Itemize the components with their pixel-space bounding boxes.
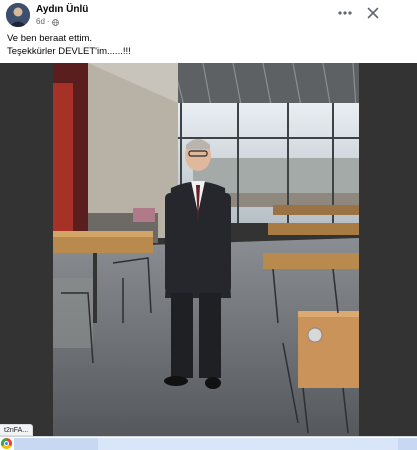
more-options-icon[interactable] (335, 5, 355, 21)
globe-icon (51, 18, 59, 26)
post-text-line: Teşekkürler DEVLET'im......!!! (7, 45, 131, 57)
status-url: t2nFA... (0, 424, 34, 436)
post-meta: 6d · (36, 17, 59, 27)
post-photo[interactable] (53, 63, 359, 436)
post-text-line: Ve ben beraat ettim. (7, 33, 93, 44)
close-icon[interactable] (365, 5, 381, 21)
avatar[interactable] (6, 3, 30, 27)
facebook-post: Aydın Ünlü 6d · Ve ben beraat ettim. Teş… (0, 0, 417, 436)
author-name[interactable]: Aydın Ünlü (36, 4, 88, 16)
post-header: Aydın Ünlü 6d · (0, 0, 417, 30)
taskbar-highlight-inner (98, 438, 398, 450)
chrome-icon[interactable] (1, 438, 12, 449)
meta-separator: · (46, 17, 50, 26)
post-text: Ve ben beraat ettim. Teşekkürler DEVLET'… (7, 33, 387, 58)
post-time[interactable]: 6d (36, 17, 45, 27)
